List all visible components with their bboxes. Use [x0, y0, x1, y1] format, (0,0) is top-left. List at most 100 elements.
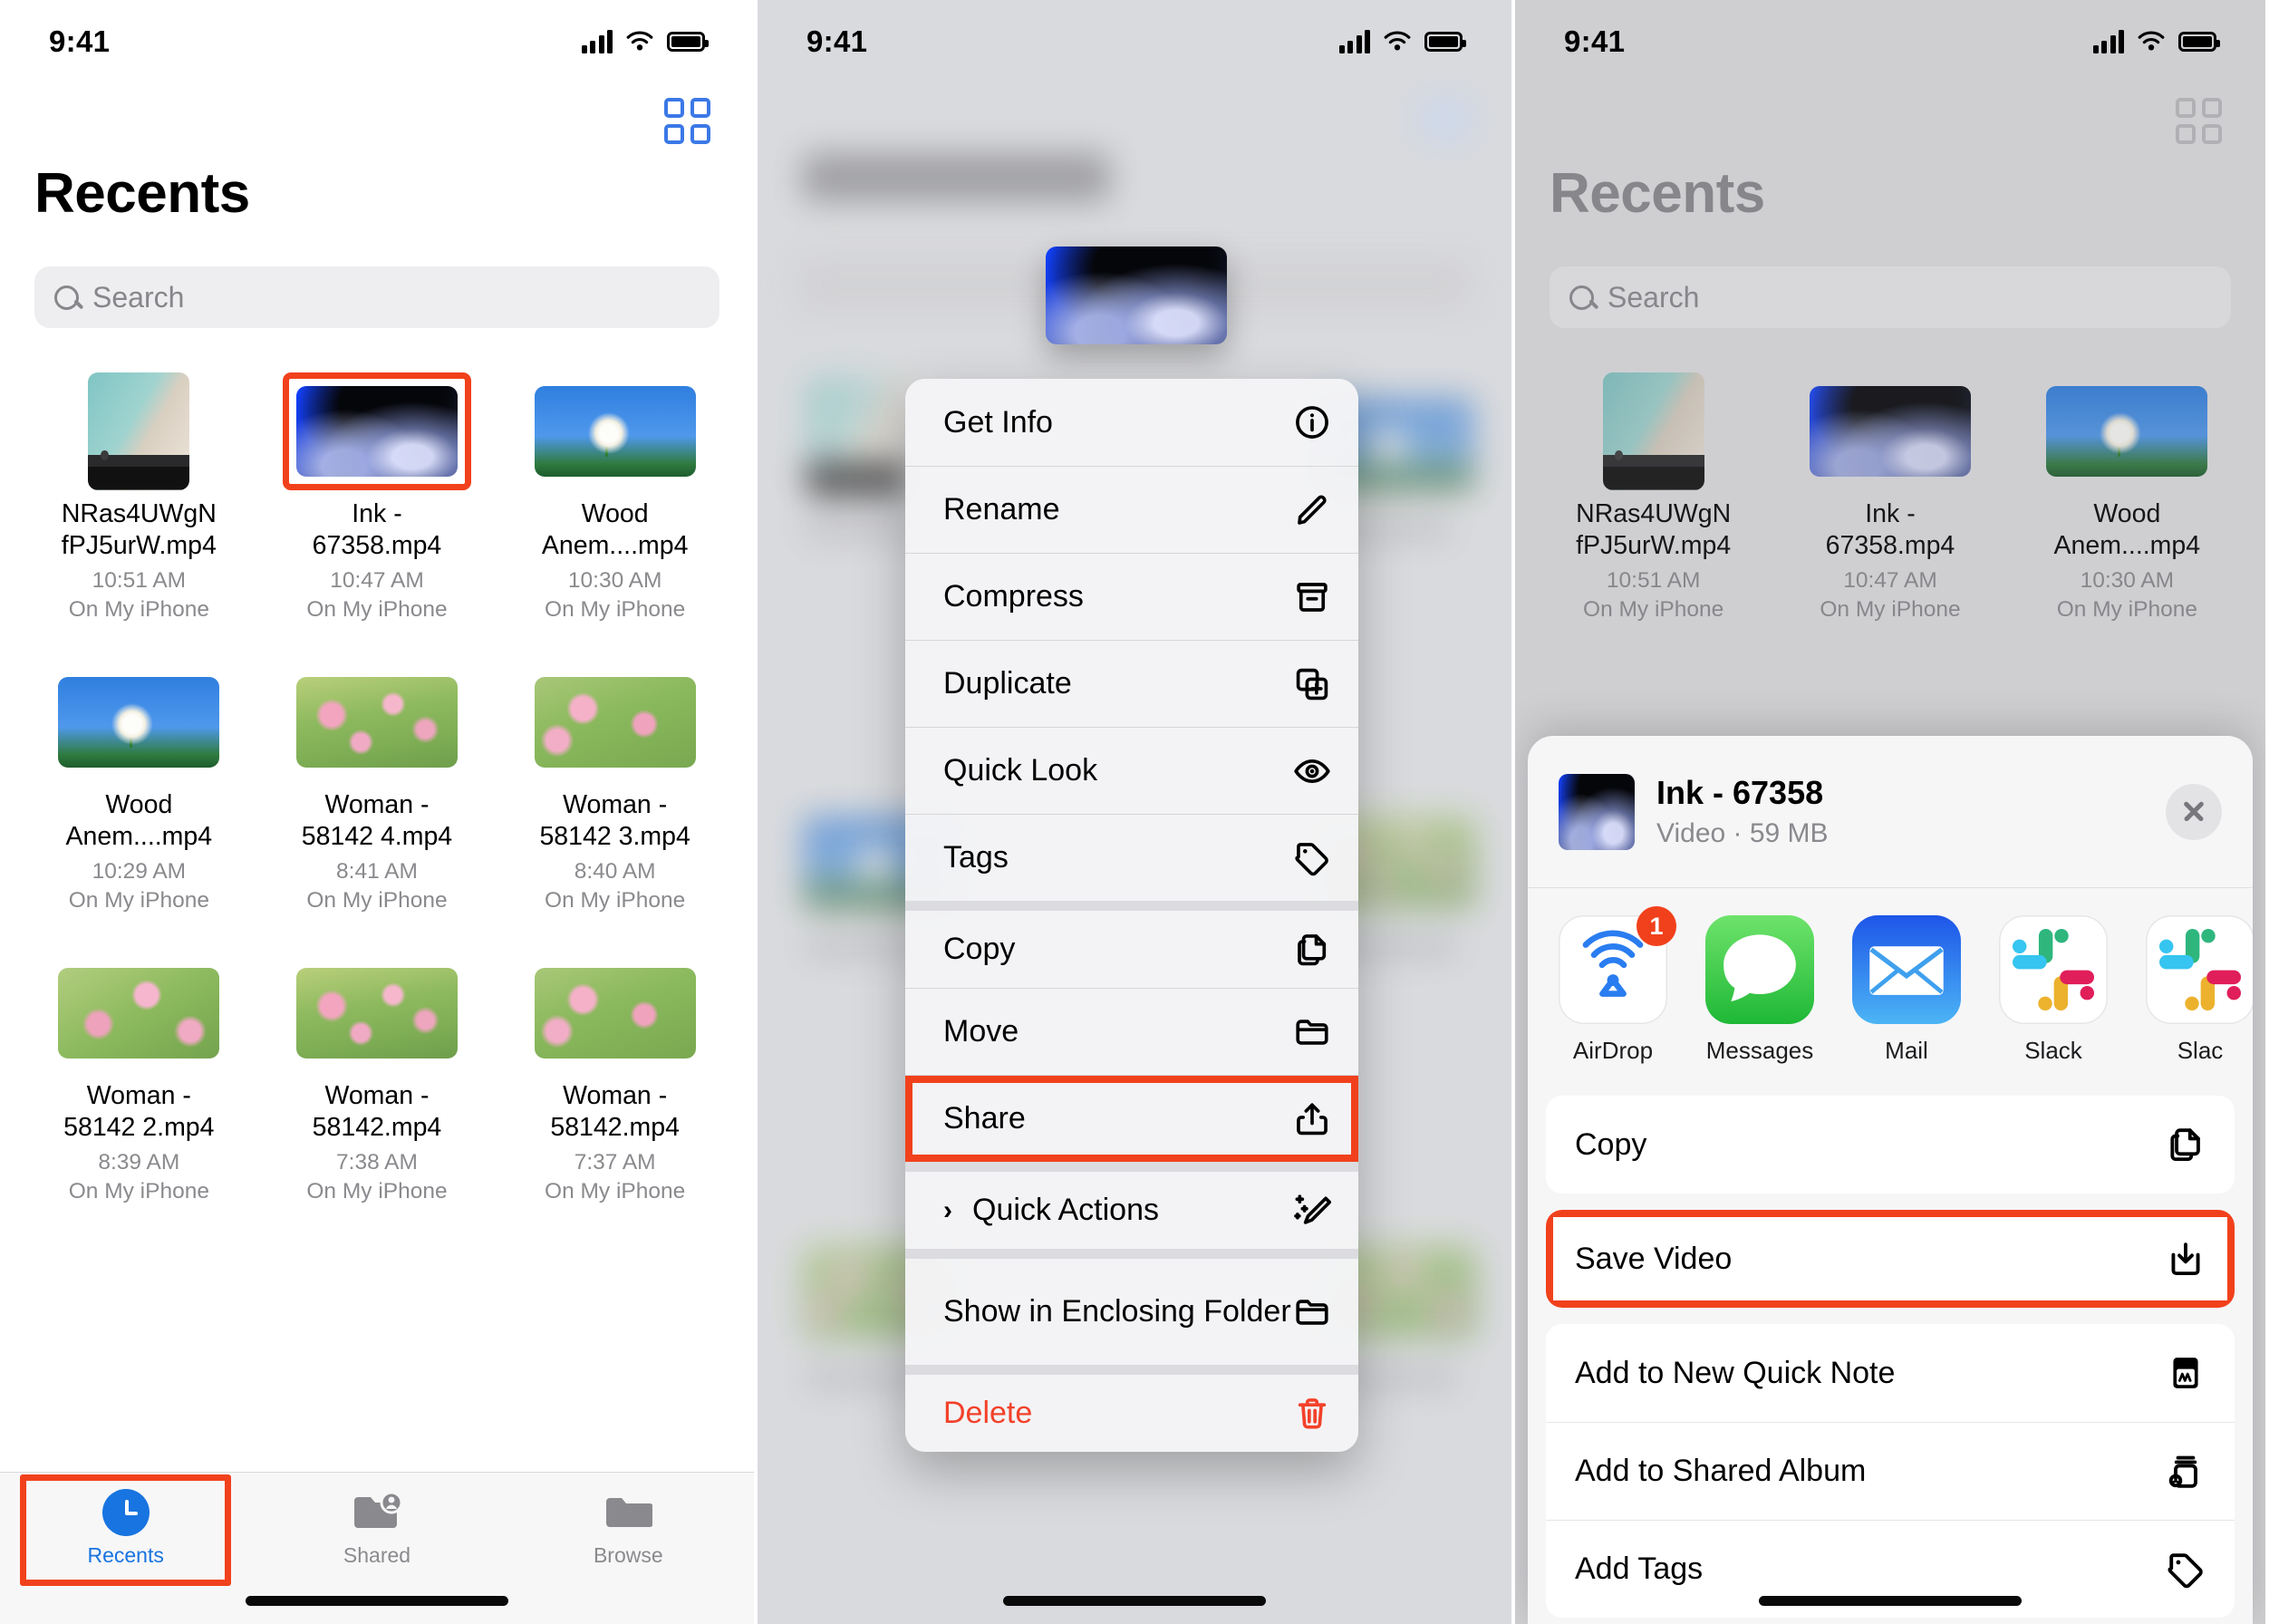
context-menu-item[interactable]: Rename — [905, 466, 1358, 553]
share-action-row[interactable]: Copy — [1546, 1096, 2235, 1194]
trash-icon — [1293, 1395, 1331, 1433]
file-grid-item[interactable]: Wood Anem....mp4 10:30 AM On My iPhone — [496, 362, 734, 623]
status-bar: 9:41 — [1515, 0, 2265, 83]
share-app-label: Slack — [2024, 1037, 2082, 1064]
context-menu-item[interactable]: Delete — [905, 1365, 1358, 1452]
folder-icon — [603, 1489, 653, 1536]
tag-icon — [1293, 839, 1331, 877]
file-name: NRas4UWgN fPJ5urW.mp4 — [61, 499, 217, 561]
context-menu-item-label: Show in Enclosing Folder — [943, 1294, 1291, 1329]
context-menu: Get Info Rename Compress Duplicate Quick… — [905, 379, 1358, 1452]
file-thumbnail — [49, 959, 228, 1068]
share-action-card: Add to New Quick Note Add to Shared Albu… — [1546, 1324, 2235, 1618]
context-menu-item[interactable]: › Quick Actions — [905, 1162, 1358, 1249]
search-input[interactable]: Search — [1550, 266, 2231, 328]
file-grid-item[interactable]: Woman - 58142 2.mp4 8:39 AM On My iPhone — [20, 944, 258, 1204]
share-app-label: Mail — [1885, 1037, 1928, 1064]
file-location: On My iPhone — [306, 597, 448, 623]
file-name: Wood Anem....mp4 — [541, 499, 689, 561]
search-input[interactable]: Search — [34, 266, 719, 328]
share-app-item[interactable]: Messages — [1705, 915, 1814, 1065]
file-grid-item[interactable]: Ink - 67358.mp4 10:47 AM On My iPhone — [258, 362, 497, 623]
file-location: On My iPhone — [306, 1179, 448, 1204]
share-action-row[interactable]: Add to New Quick Note — [1546, 1324, 2235, 1422]
file-grid-item[interactable]: Woman - 58142.mp4 7:38 AM On My iPhone — [258, 944, 497, 1204]
file-timestamp: 8:41 AM — [336, 859, 418, 884]
context-menu-item-label: Copy — [943, 932, 1016, 967]
share-app-item[interactable]: Slac — [2146, 915, 2253, 1065]
file-name: Wood Anem....mp4 — [65, 790, 213, 852]
file-grid-item[interactable]: Wood Anem....mp4 10:29 AM On My iPhone — [20, 653, 258, 914]
share-file-meta: Ink - 67358 Video · 59 MB — [1656, 774, 2144, 849]
copy-icon — [1293, 931, 1331, 969]
context-menu-item[interactable]: Show in Enclosing Folder — [905, 1249, 1358, 1365]
wifi-icon — [2138, 31, 2165, 51]
context-menu-item-label: Rename — [943, 492, 1060, 527]
file-name: Woman - 58142 3.mp4 — [539, 790, 690, 852]
file-thumbnail — [526, 959, 705, 1068]
page-title: Recents — [1550, 162, 1765, 225]
close-icon[interactable] — [2166, 783, 2222, 840]
status-time: 9:41 — [806, 24, 868, 58]
context-menu-item[interactable]: Duplicate — [905, 640, 1358, 727]
context-menu-item-label: Duplicate — [943, 666, 1072, 701]
battery-icon — [667, 32, 709, 52]
file-thumbnail — [282, 372, 471, 490]
file-grid-item[interactable]: Woman - 58142 4.mp4 8:41 AM On My iPhone — [258, 653, 497, 914]
slack-icon[interactable] — [1999, 915, 2108, 1024]
sidebar-item-browse[interactable]: Browse — [503, 1473, 754, 1624]
file-timestamp: 8:39 AM — [98, 1150, 180, 1175]
share-action-row[interactable]: Save Video — [1546, 1210, 2235, 1308]
folder-icon — [1293, 1013, 1331, 1051]
search-placeholder: Search — [92, 280, 185, 314]
share-app-item[interactable]: 1 AirDrop — [1559, 906, 1676, 1065]
status-time: 9:41 — [1564, 24, 1626, 58]
cellular-bars-icon — [581, 30, 613, 53]
context-menu-item-label: Get Info — [943, 404, 1053, 440]
search-icon — [54, 285, 79, 310]
grid-view-icon[interactable] — [2176, 98, 2222, 144]
file-location: On My iPhone — [68, 1179, 209, 1204]
home-indicator — [1003, 1596, 1266, 1606]
shared-folder-icon — [352, 1489, 402, 1536]
context-menu-item[interactable]: Tags — [905, 814, 1358, 901]
context-menu-item[interactable]: Share — [905, 1075, 1358, 1162]
shared-album-icon — [2166, 1452, 2206, 1492]
page-title: Recents — [34, 162, 250, 225]
file-name: Woman - 58142.mp4 — [550, 1081, 680, 1143]
grid-view-icon[interactable] — [664, 98, 710, 144]
messages-icon[interactable] — [1705, 915, 1814, 1024]
context-menu-item-label: Move — [943, 1014, 1019, 1049]
eye-icon — [1293, 752, 1331, 790]
context-menu-item[interactable]: Compress — [905, 553, 1358, 640]
file-timestamp: 10:51 AM — [92, 568, 187, 594]
airdrop-icon[interactable]: 1 — [1559, 906, 1676, 1024]
status-bar: 9:41 — [0, 0, 754, 83]
share-app-item[interactable]: Slack — [1999, 915, 2108, 1065]
share-app-label: AirDrop — [1572, 1037, 1654, 1064]
context-menu-item[interactable]: Copy — [905, 901, 1358, 988]
context-menu-item[interactable]: Move — [905, 988, 1358, 1075]
file-grid-item[interactable]: NRas4UWgN fPJ5urW.mp4 10:51 AM On My iPh… — [20, 362, 258, 623]
share-app-item[interactable]: Mail — [1852, 915, 1961, 1065]
context-menu-item[interactable]: Get Info — [905, 379, 1358, 466]
screenshot-root: 9:41 Recents Search NRas4UWgN fPJ5urW.mp… — [0, 0, 2269, 1624]
share-action-row[interactable]: Add to Shared Album — [1546, 1422, 2235, 1520]
context-menu-item-label: Tags — [943, 840, 1009, 875]
mail-icon[interactable] — [1852, 915, 1961, 1024]
share-file-subtitle: Video · 59 MB — [1656, 818, 1829, 848]
files-app-recents-screen: 9:41 Recents Search NRas4UWgN fPJ5urW.mp… — [0, 0, 758, 1624]
context-menu-item[interactable]: Quick Look — [905, 727, 1358, 814]
home-indicator — [246, 1596, 508, 1606]
file-name: Woman - 58142 4.mp4 — [301, 790, 453, 852]
sidebar-item-recents[interactable]: Recents — [0, 1473, 251, 1624]
file-thumbnail — [287, 959, 467, 1068]
file-grid-item[interactable]: Woman - 58142.mp4 7:37 AM On My iPhone — [496, 944, 734, 1204]
context-menu-screen: 9:41 Get Info Rename Compress Duplicate … — [758, 0, 1515, 1624]
file-grid-item[interactable]: Woman - 58142 3.mp4 8:40 AM On My iPhone — [496, 653, 734, 914]
file-location: On My iPhone — [68, 888, 209, 914]
file-thumbnail — [49, 668, 228, 777]
share-action-list: Copy Save Video Add to New Quick Note Ad… — [1546, 1096, 2235, 1618]
status-bar: 9:41 — [758, 0, 1511, 83]
slack-icon[interactable] — [2146, 915, 2253, 1024]
